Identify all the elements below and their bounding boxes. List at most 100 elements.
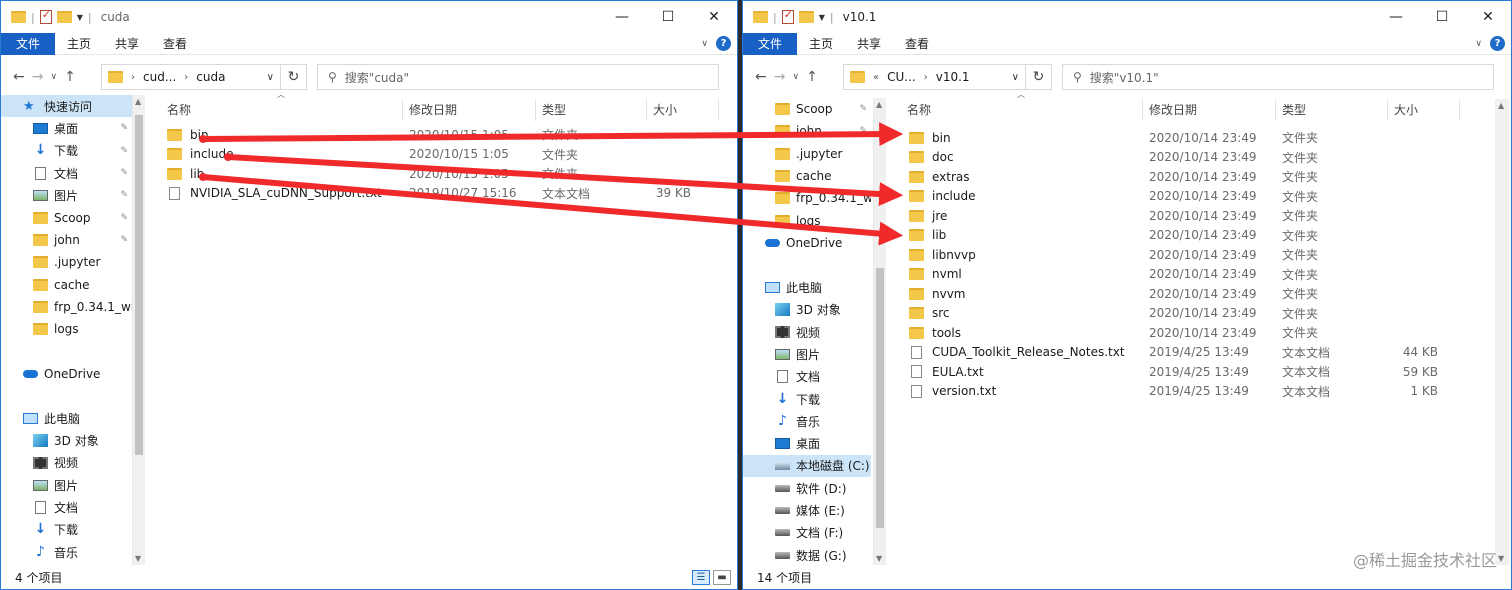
file-row[interactable]: version.txt 2019/4/25 13:49 文本文档 1 KB <box>909 382 1444 402</box>
address-dropdown-icon[interactable]: ∨ <box>267 72 274 83</box>
file-row[interactable]: extras 2020/10/14 23:49 文件夹 <box>909 167 1444 187</box>
maximize-button[interactable]: ☐ <box>1419 1 1465 33</box>
sidebar-item[interactable]: 3D 对象 <box>1 429 132 451</box>
file-row[interactable]: bin 2020/10/15 1:05 文件夹 <box>167 125 697 145</box>
properties-icon[interactable] <box>781 8 794 24</box>
sidebar-item[interactable]: 文档 (F:) <box>743 522 871 544</box>
back-icon[interactable]: ← <box>755 69 767 85</box>
search-box[interactable]: ⚲ 搜索"cuda" <box>317 64 719 90</box>
recent-locations-icon[interactable]: ∨ <box>50 72 57 82</box>
sidebar-item[interactable]: OneDrive <box>743 232 871 254</box>
column-header-size[interactable]: 大小 <box>1388 99 1460 121</box>
file-row[interactable]: lib 2020/10/15 1:05 文件夹 <box>167 164 697 184</box>
tab-home[interactable]: 主页 <box>797 33 845 55</box>
breadcrumb-item[interactable]: cuda <box>196 70 225 84</box>
sidebar-item[interactable]: 文档 <box>1 496 132 518</box>
up-icon[interactable]: ↑ <box>64 69 76 85</box>
sidebar-item[interactable]: 本地磁盘 (C:) <box>743 454 871 478</box>
back-icon[interactable]: ← <box>13 69 25 85</box>
navigation-scrollbar[interactable]: ▲ ▼ <box>873 98 886 565</box>
sidebar-item[interactable]: ↓ 下载 <box>1 519 132 541</box>
sidebar-item[interactable]: .jupyter <box>1 251 132 273</box>
breadcrumb-item[interactable]: cud... <box>143 70 176 84</box>
sidebar-item[interactable]: cache <box>1 273 132 295</box>
quick-access-dropdown-icon[interactable]: ▼ <box>819 13 825 22</box>
new-folder-icon[interactable] <box>56 11 72 23</box>
breadcrumb-overflow[interactable]: « <box>873 72 879 83</box>
sidebar-item[interactable]: 媒体 (E:) <box>743 499 871 521</box>
properties-icon[interactable] <box>39 8 52 24</box>
search-box[interactable]: ⚲ 搜索"v10.1" <box>1062 64 1494 90</box>
file-row[interactable]: jre 2020/10/14 23:49 文件夹 <box>909 206 1444 226</box>
scrollbar-thumb[interactable] <box>876 268 884 528</box>
chevron-right-icon[interactable]: › <box>184 72 188 83</box>
tab-file[interactable]: 文件 <box>743 32 797 55</box>
title-bar[interactable]: | ▼ | v10.1 — ☐ ✕ <box>743 1 1511 33</box>
sidebar-item[interactable]: 视频 <box>743 321 871 343</box>
column-header-size[interactable]: 大小 <box>647 99 719 121</box>
sidebar-item[interactable]: 数据 (G:) <box>743 544 871 565</box>
scroll-down-icon[interactable]: ▼ <box>135 554 141 563</box>
help-icon[interactable]: ? <box>1490 36 1505 51</box>
help-icon[interactable]: ? <box>716 36 731 51</box>
minimize-button[interactable]: — <box>1373 1 1419 33</box>
close-button[interactable]: ✕ <box>1465 1 1511 33</box>
tab-file[interactable]: 文件 <box>1 32 55 55</box>
breadcrumb-item[interactable]: CU... <box>887 70 916 84</box>
sidebar-item[interactable]: 图片 <box>1 474 132 496</box>
sidebar-item[interactable]: frp_0.34.1_wind <box>1 296 132 318</box>
file-row[interactable]: include 2020/10/14 23:49 文件夹 <box>909 187 1444 207</box>
breadcrumb-item[interactable]: v10.1 <box>936 70 970 84</box>
file-row[interactable]: nvvm 2020/10/14 23:49 文件夹 <box>909 284 1444 304</box>
sidebar-item[interactable]: 文档 ✎ <box>1 162 132 184</box>
column-header-name[interactable]: ︿ 名称 <box>901 91 1143 121</box>
large-icons-view-icon[interactable]: ▬ <box>713 570 731 585</box>
title-bar[interactable]: | ▼ | cuda — ☐ ✕ <box>1 1 737 33</box>
column-header-date[interactable]: 修改日期 <box>403 99 536 121</box>
chevron-right-icon[interactable]: › <box>924 72 928 83</box>
sidebar-item[interactable]: logs <box>1 318 132 340</box>
tab-share[interactable]: 共享 <box>845 33 893 55</box>
file-row[interactable]: lib 2020/10/14 23:49 文件夹 <box>909 226 1444 246</box>
file-row[interactable]: tools 2020/10/14 23:49 文件夹 <box>909 323 1444 343</box>
sidebar-item[interactable]: 软件 (D:) <box>743 477 871 499</box>
quick-access-dropdown-icon[interactable]: ▼ <box>77 13 83 22</box>
sidebar-item[interactable]: john ✎ <box>743 120 871 142</box>
chevron-right-icon[interactable]: › <box>131 72 135 83</box>
sidebar-item[interactable]: Scoop ✎ <box>743 98 871 120</box>
sidebar-item[interactable]: Scoop ✎ <box>1 206 132 228</box>
refresh-button[interactable]: ↻ <box>1026 64 1052 90</box>
sidebar-item[interactable]: 文档 <box>743 366 871 388</box>
file-row[interactable]: NVIDIA_SLA_cuDNN_Support.txt 2019/10/27 1… <box>167 184 697 204</box>
navigation-scrollbar[interactable]: ▲ ▼ <box>132 95 145 565</box>
minimize-button[interactable]: — <box>599 1 645 33</box>
sidebar-item[interactable]: ↓ 下载 ✎ <box>1 140 132 162</box>
forward-icon[interactable]: → <box>32 69 44 85</box>
column-header-date[interactable]: 修改日期 <box>1143 99 1276 121</box>
file-row[interactable]: libnvvp 2020/10/14 23:49 文件夹 <box>909 245 1444 265</box>
file-row[interactable]: EULA.txt 2019/4/25 13:49 文本文档 59 KB <box>909 362 1444 382</box>
sidebar-item[interactable]: ♪ 音乐 <box>743 410 871 432</box>
scroll-up-icon[interactable]: ▲ <box>876 100 882 109</box>
column-header-type[interactable]: 类型 <box>536 99 647 121</box>
scroll-down-icon[interactable]: ▼ <box>1498 554 1504 563</box>
sidebar-item[interactable]: ★ 快速访问 <box>1 95 132 118</box>
sidebar-item[interactable]: .jupyter <box>743 143 871 165</box>
sidebar-item[interactable]: 桌面 <box>743 432 871 454</box>
scroll-down-icon[interactable]: ▼ <box>876 554 882 563</box>
sidebar-item[interactable]: john ✎ <box>1 229 132 251</box>
scroll-up-icon[interactable]: ▲ <box>1498 101 1504 110</box>
sidebar-item[interactable]: cache <box>743 165 871 187</box>
content-scrollbar[interactable]: ▲ ▼ <box>1495 99 1509 565</box>
tab-view[interactable]: 查看 <box>893 33 941 55</box>
address-bar[interactable]: › cud... › cuda ∨ <box>101 64 281 90</box>
address-bar[interactable]: « CU... › v10.1 ∨ <box>843 64 1026 90</box>
file-row[interactable]: doc 2020/10/14 23:49 文件夹 <box>909 148 1444 168</box>
scrollbar-thumb[interactable] <box>135 115 143 455</box>
refresh-button[interactable]: ↻ <box>281 64 307 90</box>
file-row[interactable]: src 2020/10/14 23:49 文件夹 <box>909 304 1444 324</box>
sidebar-item[interactable]: 图片 ✎ <box>1 184 132 206</box>
sidebar-item[interactable]: 桌面 ✎ <box>1 117 132 139</box>
close-button[interactable]: ✕ <box>691 1 737 33</box>
sidebar-item[interactable]: 此电脑 <box>1 407 132 429</box>
